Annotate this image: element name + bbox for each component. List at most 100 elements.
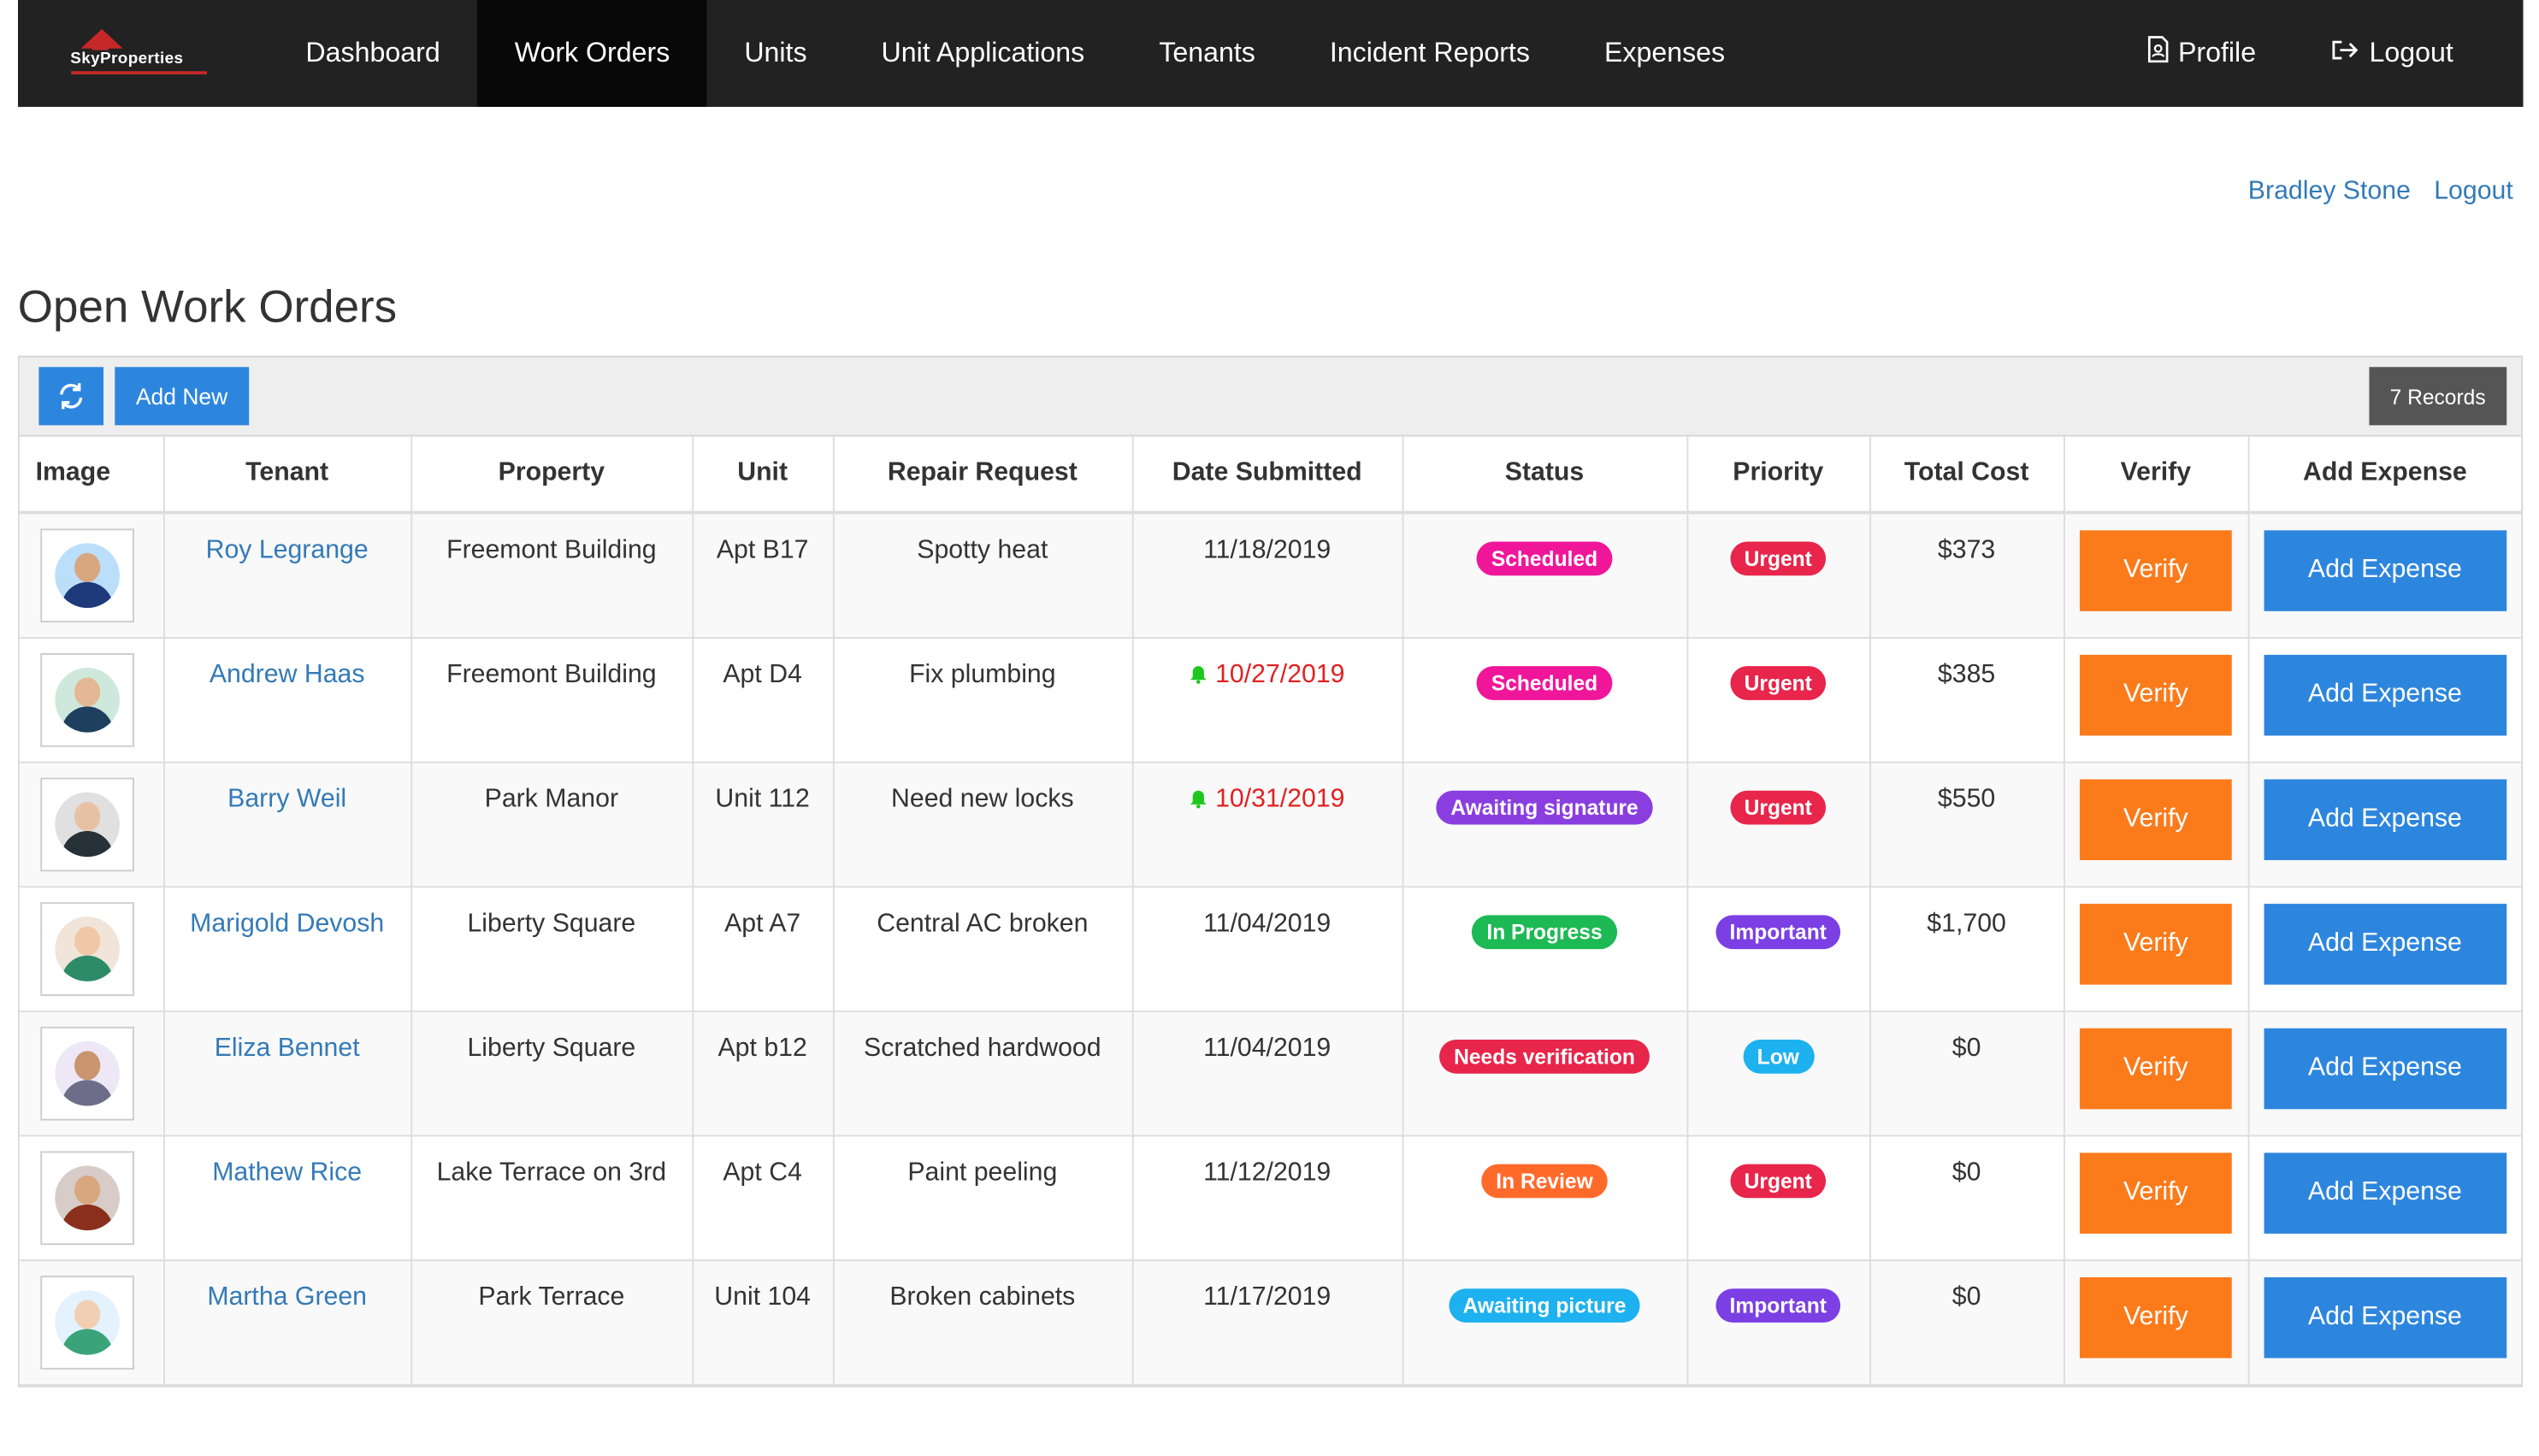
nav-item-units[interactable]: Units	[707, 0, 844, 107]
column-header-property[interactable]: Property	[410, 436, 694, 515]
verify-button[interactable]: Verify	[2079, 653, 2232, 735]
table-row: Roy Legrange Freemont Building Apt B17 Spot…	[19, 512, 2522, 639]
add-expense-button[interactable]: Add Expense	[2264, 1152, 2507, 1233]
work-orders-panel: Add New 7 Records Image Tenant Property Uni…	[17, 356, 2524, 1387]
table-row: Martha Green Park Terrace Unit 104 Broken c…	[19, 1259, 2522, 1385]
avatar[interactable]	[40, 1025, 134, 1120]
verify-button[interactable]: Verify	[2079, 1027, 2232, 1109]
image-cell	[19, 512, 164, 639]
tenant-link[interactable]: Barry Weil	[227, 785, 346, 812]
nav-item-expenses[interactable]: Expenses	[1567, 0, 1762, 107]
status-badge: Awaiting signature	[1436, 789, 1653, 824]
user-logout-link[interactable]: Logout	[2434, 178, 2513, 205]
priority-badge: Low	[1742, 1039, 1814, 1073]
repair-request-cell: Scratched hardwood	[832, 1010, 1133, 1136]
status-cell: In Progress	[1402, 886, 1688, 1011]
avatar[interactable]	[40, 528, 134, 623]
tenant-link[interactable]: Martha Green	[207, 1283, 367, 1311]
avatar[interactable]	[40, 901, 134, 995]
add-expense-button[interactable]: Add Expense	[2264, 653, 2507, 735]
property-cell: Park Manor	[410, 761, 694, 887]
avatar[interactable]	[40, 776, 134, 871]
nav-item-unit-applications[interactable]: Unit Applications	[844, 0, 1122, 107]
tenant-link[interactable]: Mathew Rice	[212, 1158, 362, 1186]
refresh-button[interactable]	[38, 367, 104, 426]
property-cell: Liberty Square	[410, 1010, 694, 1136]
user-name-link[interactable]: Bradley Stone	[2248, 178, 2411, 205]
property-cell: Lake Terrace on 3rd	[410, 1135, 694, 1261]
date-submitted-text: 10/27/2019	[1215, 660, 1345, 688]
add-expense-cell: Add Expense	[2247, 637, 2522, 763]
status-cell: Scheduled	[1402, 637, 1688, 763]
verify-cell: Verify	[2064, 637, 2249, 763]
total-cost-cell: $0	[1869, 1259, 2064, 1385]
verify-button[interactable]: Verify	[2079, 1152, 2232, 1233]
add-expense-button[interactable]: Add Expense	[2264, 778, 2507, 860]
table-row: Mathew Rice Lake Terrace on 3rd Apt C4 Pain…	[19, 1135, 2522, 1261]
column-header-unit[interactable]: Unit	[692, 436, 834, 515]
total-cost-cell: $1,700	[1869, 886, 2064, 1011]
tenant-link[interactable]: Roy Legrange	[206, 537, 369, 564]
add-expense-cell: Add Expense	[2247, 1259, 2522, 1385]
repair-request-cell: Spotty heat	[832, 512, 1133, 639]
nav-item-incident-reports[interactable]: Incident Reports	[1292, 0, 1567, 107]
table-row: Barry Weil Park Manor Unit 112 Need new loc…	[19, 761, 2522, 887]
unit-cell: Apt A7	[692, 886, 834, 1011]
unit-cell: Apt C4	[692, 1135, 834, 1261]
column-header-date-submitted[interactable]: Date Submitted	[1131, 436, 1403, 515]
add-expense-cell: Add Expense	[2247, 1010, 2522, 1136]
nav-logout-label: Logout	[2369, 37, 2453, 68]
column-header-total-cost[interactable]: Total Cost	[1869, 436, 2064, 515]
column-header-priority[interactable]: Priority	[1686, 436, 1871, 515]
nav-item-dashboard[interactable]: Dashboard	[269, 0, 477, 107]
status-cell: In Review	[1402, 1135, 1688, 1261]
add-new-button[interactable]: Add New	[115, 367, 249, 426]
repair-request-cell: Broken cabinets	[832, 1259, 1133, 1385]
nav-profile[interactable]: Profile	[2111, 0, 2294, 107]
verify-button[interactable]: Verify	[2079, 1276, 2232, 1358]
verify-button[interactable]: Verify	[2079, 903, 2232, 984]
nav-item-work-orders[interactable]: Work Orders	[477, 0, 707, 107]
status-cell: Needs verification	[1402, 1010, 1688, 1136]
column-header-verify[interactable]: Verify	[2064, 436, 2249, 515]
total-cost-cell: $373	[1869, 512, 2064, 639]
tenant-cell: Eliza Bennet	[163, 1010, 412, 1136]
priority-badge: Important	[1715, 1288, 1841, 1322]
avatar[interactable]	[40, 652, 134, 746]
nav-item-tenants[interactable]: Tenants	[1122, 0, 1293, 107]
tenant-link[interactable]: Marigold Devosh	[190, 910, 384, 937]
verify-button[interactable]: Verify	[2079, 778, 2232, 860]
column-header-tenant[interactable]: Tenant	[163, 436, 412, 515]
unit-cell: Unit 104	[692, 1259, 834, 1385]
column-header-add-expense[interactable]: Add Expense	[2247, 436, 2522, 515]
avatar[interactable]	[40, 1275, 134, 1369]
tenant-link[interactable]: Eliza Bennet	[215, 1034, 360, 1061]
add-expense-button[interactable]: Add Expense	[2264, 1027, 2507, 1109]
avatar[interactable]	[40, 1150, 134, 1245]
image-cell	[19, 637, 164, 763]
priority-cell: Urgent	[1686, 512, 1871, 639]
add-expense-cell: Add Expense	[2247, 761, 2522, 887]
bell-icon	[1190, 665, 1208, 683]
add-expense-button[interactable]: Add Expense	[2264, 903, 2507, 984]
total-cost-cell: $0	[1869, 1010, 2064, 1136]
column-header-image[interactable]: Image	[19, 436, 164, 515]
tenant-link[interactable]: Andrew Haas	[210, 661, 365, 688]
verify-cell: Verify	[2064, 1135, 2249, 1261]
brand-logo[interactable]: SkyProperties	[18, 0, 269, 107]
status-cell: Awaiting signature	[1402, 761, 1688, 887]
column-header-status[interactable]: Status	[1402, 436, 1688, 515]
grid-toolbar: Add New 7 Records	[19, 357, 2522, 437]
add-expense-cell: Add Expense	[2247, 886, 2522, 1011]
nav-logout[interactable]: Logout	[2294, 0, 2491, 107]
unit-cell: Apt D4	[692, 637, 834, 763]
unit-cell: Apt B17	[692, 512, 834, 639]
column-header-repair-request[interactable]: Repair Request	[832, 436, 1133, 515]
repair-request-cell: Need new locks	[832, 761, 1133, 887]
image-cell	[19, 886, 164, 1011]
add-expense-button[interactable]: Add Expense	[2264, 530, 2507, 611]
add-expense-button[interactable]: Add Expense	[2264, 1276, 2507, 1358]
priority-cell: Low	[1686, 1010, 1871, 1136]
verify-button[interactable]: Verify	[2079, 530, 2232, 611]
status-cell: Scheduled	[1402, 512, 1688, 639]
